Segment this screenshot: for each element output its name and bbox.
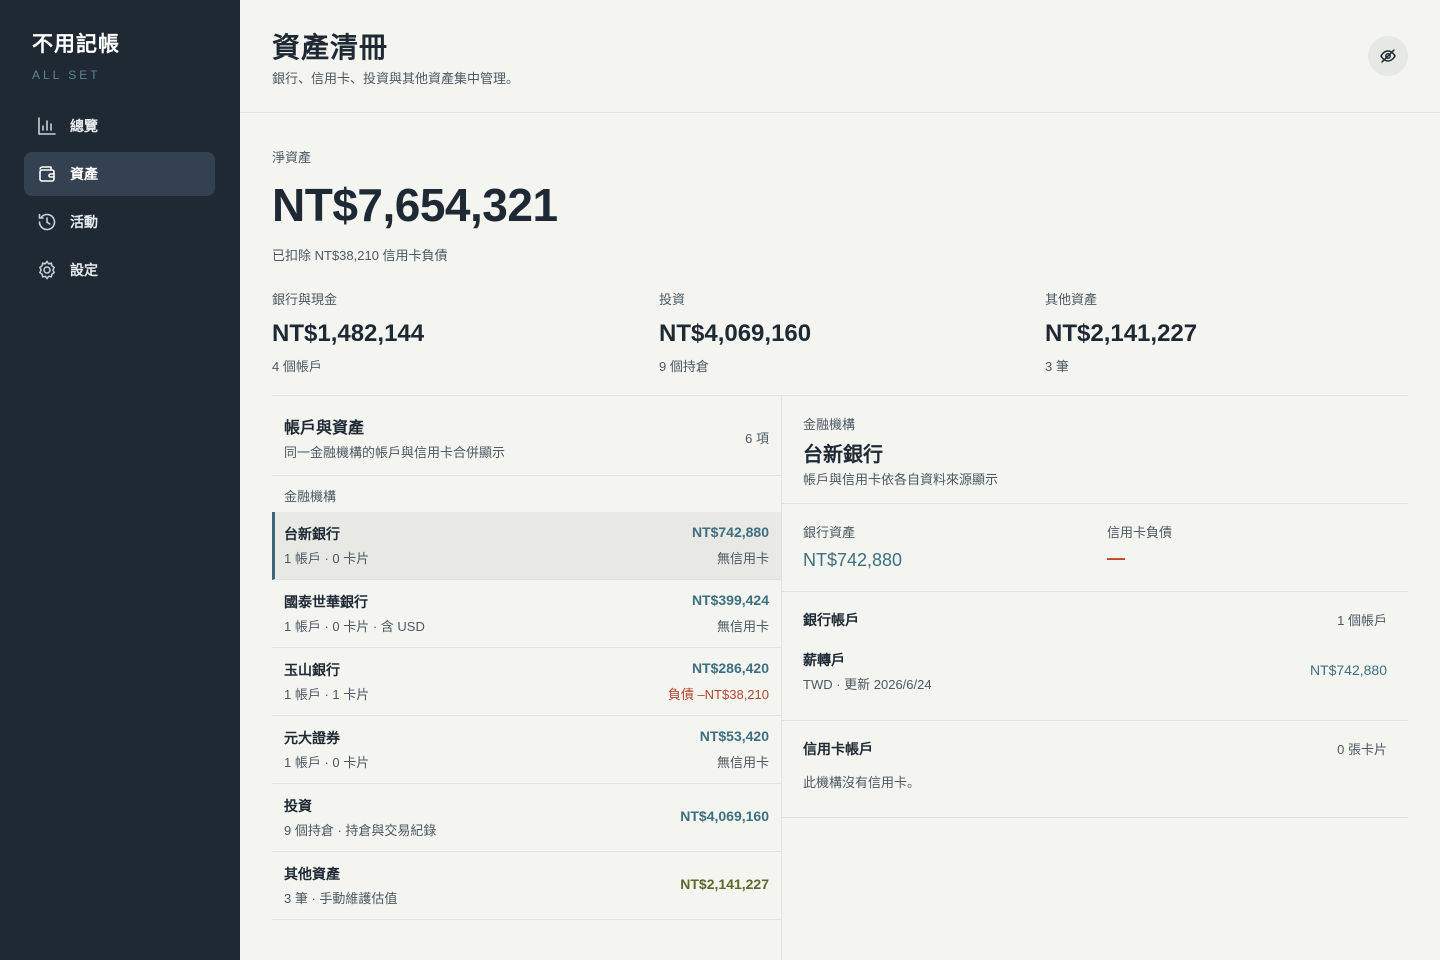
list-item[interactable]: 台新銀行 1 帳戶 · 0 卡片 NT$742,880 無信用卡 <box>272 512 781 580</box>
net-worth-note: 已扣除 NT$38,210 信用卡負債 <box>272 248 448 263</box>
stat-label: 銀行與現金 <box>272 292 338 307</box>
item-name: 玉山銀行 <box>284 662 340 678</box>
net-worth-value: NT$7,654,321 <box>272 179 558 231</box>
stat-value: NT$4,069,160 <box>659 320 812 347</box>
wallet-icon <box>36 163 58 185</box>
item-amount: NT$286,420 <box>691 660 769 676</box>
list-item[interactable]: 投資 9 個持倉 · 持倉與交易紀錄 NT$4,069,160 <box>272 784 781 852</box>
brand: 不用記帳 ALL SET <box>32 28 120 82</box>
accounts-panel-title: 帳戶與資產 <box>284 420 365 437</box>
sidebar-item-overview[interactable]: 總覽 <box>24 104 215 148</box>
item-status: 無信用卡 <box>716 619 769 634</box>
page-subtitle: 銀行、信用卡、投資與其他資產集中管理。 <box>272 71 520 86</box>
bank-assets-value: NT$742,880 <box>803 550 903 570</box>
item-meta: 1 帳戶 · 0 卡片 <box>284 755 370 770</box>
item-name: 其他資產 <box>284 866 340 882</box>
brand-title: 不用記帳 <box>32 33 120 56</box>
sidebar-item-label: 資產 <box>70 166 98 182</box>
stat-investments: 投資 NT$4,069,160 9 個持倉 <box>659 289 811 375</box>
section-count: 1 個帳戶 <box>1337 613 1387 628</box>
item-amount: NT$4,069,160 <box>680 808 769 824</box>
detail-title: 台新銀行 <box>803 444 883 466</box>
list-item[interactable]: 玉山銀行 1 帳戶 · 1 卡片 NT$286,420 負債 –NT$38,21… <box>272 648 781 716</box>
stat-meta: 9 個持倉 <box>659 359 709 374</box>
item-name: 國泰世華銀行 <box>284 594 368 610</box>
card-debt-value: — <box>1107 548 1125 568</box>
account-name[interactable]: 薪轉戶 <box>803 650 845 670</box>
section-label: 金融機構 <box>284 489 337 504</box>
bank-accounts-section: 銀行帳戶 1 個帳戶 薪轉戶 TWD · 更新 2026/6/24 NT$742… <box>782 592 1408 721</box>
stat-value: NT$1,482,144 <box>272 320 425 347</box>
bank-assets-label: 銀行資產 <box>803 525 856 540</box>
account-amount: NT$742,880 <box>1309 662 1387 678</box>
card-debt-label: 信用卡負債 <box>1107 525 1173 540</box>
stat-label: 其他資產 <box>1045 292 1098 307</box>
stat-other-assets: 其他資產 NT$2,141,227 3 筆 <box>1045 289 1197 375</box>
page-header: 資產清冊 銀行、信用卡、投資與其他資產集中管理。 <box>240 0 1440 113</box>
section-title: 信用卡帳戶 <box>803 741 873 757</box>
section-count: 0 張卡片 <box>1337 742 1387 757</box>
item-meta: 1 帳戶 · 0 卡片 · 含 USD <box>284 619 425 634</box>
accounts-panel-header: 帳戶與資產 同一金融機構的帳戶與信用卡合併顯示 6 項 <box>272 396 781 476</box>
detail-header: 金融機構 台新銀行 帳戶與信用卡依各自資料來源顯示 <box>782 396 1408 504</box>
brand-subtitle: ALL SET <box>32 68 101 82</box>
page-title: 資產清冊 <box>272 32 389 63</box>
history-icon <box>36 211 58 233</box>
main-content: 資產清冊 銀行、信用卡、投資與其他資產集中管理。 淨資產 NT$7,654,32… <box>240 0 1440 960</box>
detail-summary: 銀行資產 NT$742,880 信用卡負債 — <box>782 504 1408 592</box>
sidebar: 不用記帳 ALL SET 總覽 資產 活動 設定 <box>0 0 240 960</box>
sidebar-item-settings[interactable]: 設定 <box>24 248 215 292</box>
item-status: 無信用卡 <box>716 755 769 770</box>
list-item[interactable]: 元大證券 1 帳戶 · 0 卡片 NT$53,420 無信用卡 <box>272 716 781 784</box>
accounts-count: 6 項 <box>745 431 769 446</box>
section-title: 銀行帳戶 <box>803 612 859 628</box>
stat-meta: 3 筆 <box>1045 359 1069 374</box>
detail-kicker: 金融機構 <box>803 417 856 432</box>
item-debt-status: 負債 –NT$38,210 <box>667 687 769 702</box>
sidebar-nav: 總覽 資產 活動 設定 <box>24 104 215 296</box>
net-worth-label: 淨資產 <box>272 150 312 165</box>
item-name: 元大證券 <box>284 730 340 746</box>
sidebar-item-activity[interactable]: 活動 <box>24 200 215 244</box>
list-item[interactable]: 其他資產 3 筆 · 手動維護估值 NT$2,141,227 <box>272 852 781 920</box>
accounts-panel-subtitle: 同一金融機構的帳戶與信用卡合併顯示 <box>284 445 506 460</box>
detail-panel: 金融機構 台新銀行 帳戶與信用卡依各自資料來源顯示 銀行資產 NT$742,88… <box>782 396 1408 960</box>
account-meta: TWD · 更新 2026/6/24 <box>803 677 932 692</box>
sidebar-item-label: 活動 <box>70 214 98 230</box>
stat-value: NT$2,141,227 <box>1045 320 1198 347</box>
sidebar-item-label: 總覽 <box>70 118 98 134</box>
hide-values-button[interactable] <box>1368 36 1408 76</box>
credit-card-section: 信用卡帳戶 0 張卡片 此機構沒有信用卡。 <box>782 721 1408 818</box>
item-amount: NT$2,141,227 <box>680 876 769 892</box>
chart-icon <box>36 115 58 137</box>
item-name: 台新銀行 <box>284 526 340 542</box>
item-amount: NT$53,420 <box>699 728 769 744</box>
item-meta: 1 帳戶 · 0 卡片 <box>284 551 370 566</box>
accounts-panel: 帳戶與資產 同一金融機構的帳戶與信用卡合併顯示 6 項 金融機構 台新銀行 1 … <box>272 396 782 960</box>
stat-label: 投資 <box>659 292 686 307</box>
panels: 帳戶與資產 同一金融機構的帳戶與信用卡合併顯示 6 項 金融機構 台新銀行 1 … <box>272 395 1408 960</box>
item-meta: 3 筆 · 手動維護估值 <box>284 891 398 906</box>
item-meta: 1 帳戶 · 1 卡片 <box>284 687 370 702</box>
sidebar-item-assets[interactable]: 資產 <box>24 152 215 196</box>
gear-icon <box>36 259 58 281</box>
stat-bank-cash: 銀行與現金 NT$1,482,144 4 個帳戶 <box>272 289 424 375</box>
item-status: 無信用卡 <box>716 551 769 566</box>
item-amount: NT$399,424 <box>691 592 769 608</box>
stat-meta: 4 個帳戶 <box>272 359 322 374</box>
list-item[interactable]: 國泰世華銀行 1 帳戶 · 0 卡片 · 含 USD NT$399,424 無信… <box>272 580 781 648</box>
eye-off-icon <box>1380 49 1396 63</box>
empty-state-text: 此機構沒有信用卡。 <box>803 775 921 790</box>
item-meta: 9 個持倉 · 持倉與交易紀錄 <box>284 823 437 838</box>
item-name: 投資 <box>284 798 312 814</box>
detail-subtitle: 帳戶與信用卡依各自資料來源顯示 <box>803 472 999 487</box>
item-amount: NT$742,880 <box>691 524 769 540</box>
sidebar-item-label: 設定 <box>70 262 98 278</box>
